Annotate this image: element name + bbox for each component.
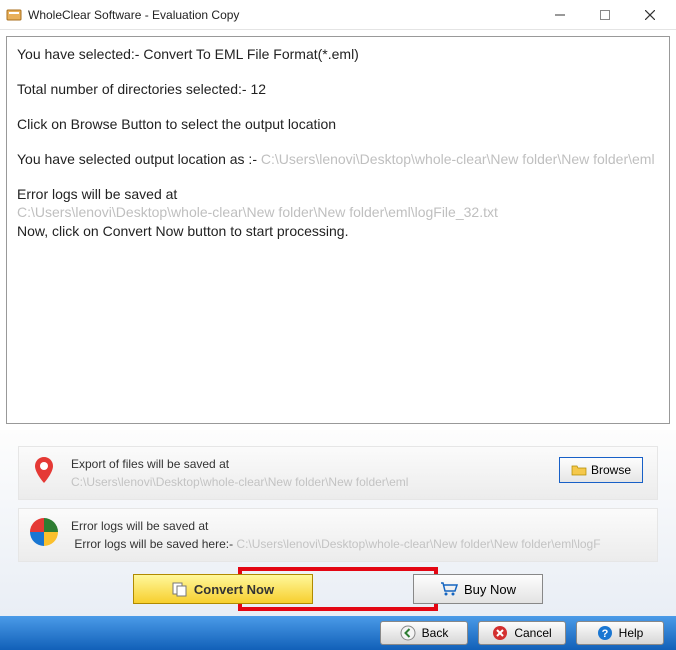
close-button[interactable] [627,1,672,29]
help-button[interactable]: ? Help [576,621,664,645]
cart-icon [440,582,458,596]
cancel-icon [492,625,508,641]
log-line: You have selected output location as :- … [17,150,659,169]
pie-chart-icon [29,517,59,547]
buy-now-button[interactable]: Buy Now [413,574,543,604]
error-log-row: Error logs will be saved at Error logs w… [18,508,658,562]
window-title: WholeClear Software - Evaluation Copy [28,8,537,22]
log-line: You have selected:- Convert To EML File … [17,45,659,64]
window-controls [537,1,672,29]
error-label: Error logs will be saved at [71,517,647,535]
action-row: Convert Now Buy Now [18,570,658,612]
convert-now-button[interactable]: Convert Now [133,574,313,604]
app-icon [6,7,22,23]
content-area: You have selected:- Convert To EML File … [0,30,676,430]
log-line: Click on Browse Button to select the out… [17,115,659,134]
export-location-row: Export of files will be saved at C:\User… [18,446,658,500]
help-icon: ? [597,625,613,641]
cancel-button[interactable]: Cancel [478,621,566,645]
maximize-button[interactable] [582,1,627,29]
back-button[interactable]: Back [380,621,468,645]
location-pin-icon [29,455,59,485]
log-line: Error logs will be saved at [17,185,659,204]
convert-icon [172,581,188,597]
log-box[interactable]: You have selected:- Convert To EML File … [6,36,670,424]
error-path-line: Error logs will be saved here:- C:\Users… [71,535,647,553]
titlebar: WholeClear Software - Evaluation Copy [0,0,676,30]
minimize-button[interactable] [537,1,582,29]
folder-icon [571,463,587,477]
settings-panel: Export of files will be saved at C:\User… [0,430,676,616]
bottom-nav-bar: Back Cancel ? Help [0,616,676,650]
browse-button[interactable]: Browse [559,457,643,483]
log-line-path: C:\Users\lenovi\Desktop\whole-clear\New … [17,203,659,222]
log-line: Total number of directories selected:- 1… [17,80,659,99]
log-line: Now, click on Convert Now button to star… [17,222,659,241]
error-log-text: Error logs will be saved at Error logs w… [71,517,647,553]
back-arrow-icon [400,625,416,641]
svg-text:?: ? [601,628,608,640]
